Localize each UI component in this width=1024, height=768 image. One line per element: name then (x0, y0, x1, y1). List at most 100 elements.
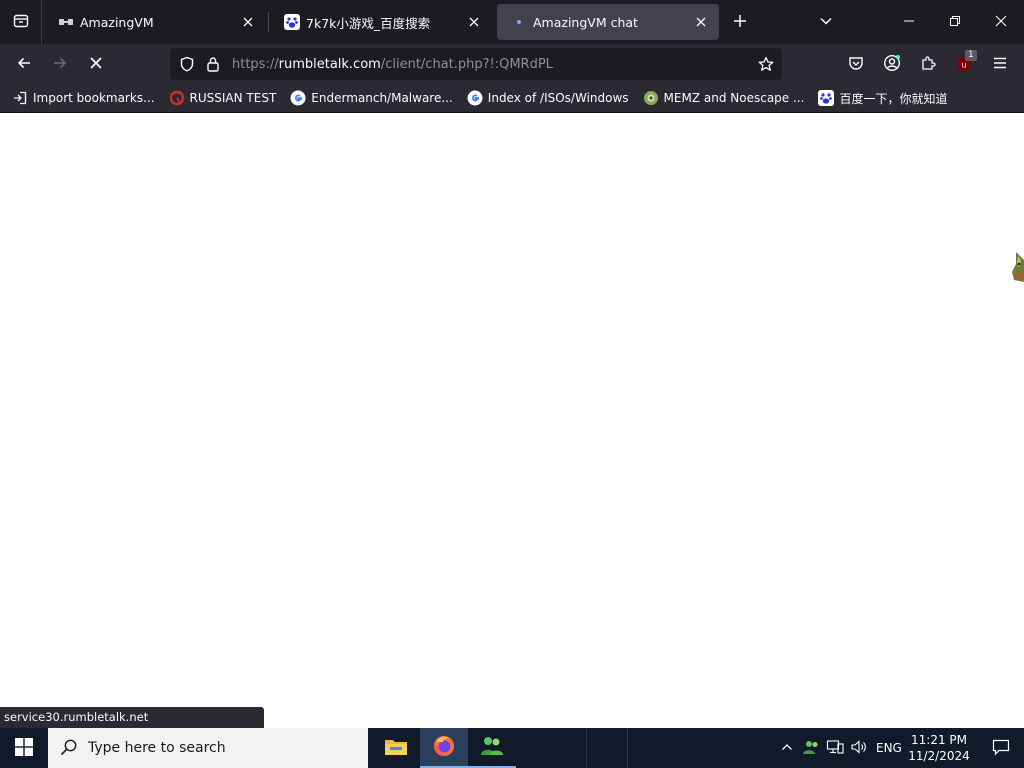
tab-title: AmazingVM chat (533, 14, 638, 30)
minimize-icon (903, 15, 915, 30)
taskbar-users-chat[interactable] (468, 728, 516, 768)
clock-date: 11/2/2024 (908, 749, 970, 763)
baidu-paw-icon (284, 14, 300, 30)
clock-time: 11:21 PM (911, 733, 967, 747)
tab-amazingvm[interactable]: AmazingVM (44, 4, 266, 40)
url-text[interactable]: https://rumbletalk.com/client/chat.php?!… (232, 57, 553, 72)
hamburger-menu-icon (993, 56, 1007, 73)
bookmark-label: Import bookmarks... (33, 91, 155, 105)
start-button[interactable] (0, 728, 48, 768)
taskbar-firefox[interactable] (420, 728, 468, 768)
url-bar[interactable]: https://rumbletalk.com/client/chat.php?!… (170, 48, 782, 80)
new-tab-button[interactable] (728, 10, 752, 34)
google-g-icon (290, 90, 306, 106)
search-placeholder: Type here to search (88, 740, 226, 756)
restore-icon (949, 15, 961, 30)
clock[interactable]: 11:21 PM 11/2/2024 (906, 732, 972, 764)
action-center-button[interactable] (978, 728, 1024, 768)
extension-badge: 1 (965, 50, 977, 61)
pocket-icon (848, 55, 864, 74)
amazingvm-icon (58, 14, 74, 30)
red-circle-icon (169, 90, 185, 106)
bookmarks-toolbar: Import bookmarks... RUSSIAN TEST Enderma… (0, 84, 1024, 113)
bookmark-star-icon[interactable] (756, 54, 776, 74)
users-tray-icon (802, 739, 820, 758)
close-icon[interactable] (693, 14, 709, 30)
minimize-button[interactable] (886, 0, 932, 44)
bookmark-label: RUSSIAN TEST (189, 91, 277, 105)
tab-amazingvm-chat[interactable]: AmazingVM chat (497, 4, 719, 40)
tab-baidu-search[interactable]: 7k7k小游戏_百度搜索 (270, 4, 492, 40)
tracking-protection-shield-icon[interactable] (178, 55, 196, 73)
google-g-icon (467, 90, 483, 106)
mascot-sprite-icon (1012, 252, 1024, 282)
status-panel: service30.rumbletalk.net (0, 707, 264, 728)
volume-button[interactable] (848, 728, 870, 768)
close-icon[interactable] (466, 14, 482, 30)
tab-strip: AmazingVM 7k7k小游戏_百度搜索 AmazingVM chat (0, 0, 1024, 44)
lock-icon[interactable] (204, 55, 222, 73)
bookmark-import[interactable]: Import bookmarks... (10, 87, 157, 109)
tab-separator (268, 12, 269, 32)
url-scheme: https:// (232, 56, 279, 72)
app-menu-button[interactable] (986, 50, 1014, 78)
bookmark-index-isos[interactable]: Index of /ISOs/Windows (465, 87, 631, 109)
chevron-down-icon (819, 14, 833, 31)
close-window-button[interactable] (978, 0, 1024, 44)
ublock-extension-button[interactable]: u 1 (950, 50, 978, 78)
firefox-view-button[interactable] (0, 0, 42, 44)
forward-button[interactable] (46, 50, 74, 78)
tray-users-app[interactable] (800, 728, 822, 768)
search-icon (60, 738, 78, 759)
close-icon (995, 15, 1007, 30)
close-icon[interactable] (240, 14, 256, 30)
taskbar: Type here to search ENG 11:21 PM 11/2/20… (0, 728, 1024, 768)
chevron-up-icon (781, 741, 793, 756)
speaker-icon (850, 739, 868, 758)
url-path: /client/chat.php?!:QMRdPL (380, 56, 553, 72)
list-all-tabs-button[interactable] (814, 10, 838, 34)
bookmark-baidu[interactable]: 百度一下，你就知道 (816, 87, 949, 109)
taskbar-search-box[interactable]: Type here to search (48, 728, 368, 768)
ublock-shield-icon: u 1 (955, 50, 977, 73)
firefox-view-icon (13, 13, 29, 32)
loading-dot-icon (511, 14, 527, 30)
stop-loading-button[interactable] (82, 50, 110, 78)
close-icon (89, 56, 103, 73)
show-hidden-icons-button[interactable] (776, 728, 798, 768)
baidu-paw-icon (818, 90, 835, 106)
network-button[interactable] (824, 728, 846, 768)
account-icon (883, 54, 901, 75)
restore-button[interactable] (932, 0, 978, 44)
file-explorer-icon (384, 737, 408, 760)
back-button[interactable] (10, 50, 38, 78)
bookmark-memz[interactable]: MEMZ and Noescape ... (641, 87, 807, 109)
users-chat-icon (479, 735, 505, 760)
input-language-indicator[interactable]: ENG (876, 728, 902, 768)
url-host: rumbletalk.com (278, 56, 381, 72)
notification-icon (992, 738, 1010, 759)
tab-title: AmazingVM (80, 14, 154, 30)
bookmark-label: Index of /ISOs/Windows (487, 91, 629, 105)
bookmark-label: Endermanch/Malware... (311, 91, 453, 105)
taskbar-divider (586, 728, 628, 768)
import-icon (12, 90, 28, 106)
account-button[interactable] (878, 50, 906, 78)
taskbar-file-explorer[interactable] (372, 728, 420, 768)
bookmark-label: 百度一下，你就知道 (839, 91, 948, 106)
green-globe-icon (643, 90, 659, 106)
plus-icon (733, 14, 747, 31)
bookmark-label: MEMZ and Noescape ... (663, 91, 805, 105)
firefox-icon (432, 734, 456, 761)
bookmark-russian-test[interactable]: RUSSIAN TEST (167, 87, 279, 109)
arrow-left-icon (16, 55, 32, 74)
bookmark-endermanch[interactable]: Endermanch/Malware... (288, 87, 455, 109)
tab-title: 7k7k小游戏_百度搜索 (306, 15, 431, 31)
arrow-right-icon (52, 55, 68, 74)
windows-logo-icon (15, 737, 33, 759)
pocket-button[interactable] (842, 50, 870, 78)
svg-text:u: u (961, 61, 966, 70)
extensions-button[interactable] (914, 50, 942, 78)
puzzle-icon (920, 55, 936, 74)
network-icon (826, 739, 844, 758)
